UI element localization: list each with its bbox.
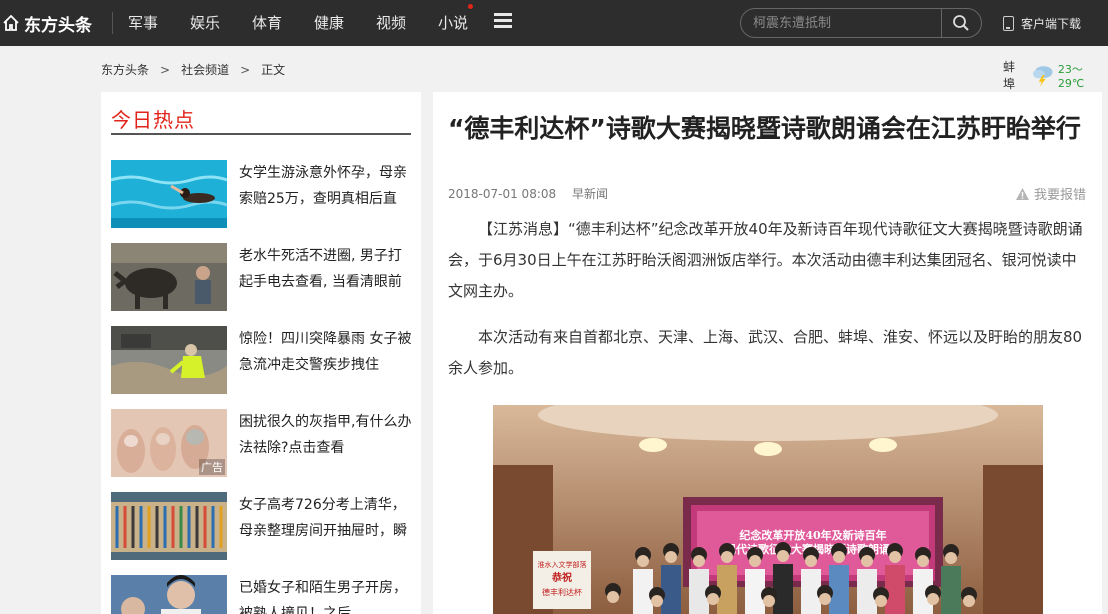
news-thumbnail[interactable] — [111, 160, 227, 228]
article-date: 2018-07-01 08:08 — [448, 187, 557, 201]
breadcrumb-separator: > — [160, 62, 171, 77]
weather-temp: 23～29℃ — [1057, 62, 1085, 90]
hot-news-text[interactable]: 老水牛死活不进圈, 男子打起手电去查看, 当看清眼前 — [239, 243, 415, 295]
home-icon — [3, 14, 19, 31]
ad-label: 广告 — [199, 459, 225, 475]
nav-item-health[interactable]: 健康 — [314, 0, 344, 46]
article-title: “德丰利达杯”诗歌大赛揭晓暨诗歌朗诵会在江苏盱眙举行 — [448, 114, 1081, 143]
thunderstorm-icon — [1033, 66, 1053, 87]
hot-news-item[interactable]: 老水牛死活不进圈, 男子打起手电去查看, 当看清眼前 — [111, 243, 416, 311]
article-photo[interactable]: 纪念改革开放40年及新诗百年 现代诗歌征文大赛揭晓暨诗歌朗诵会 淮水入文学部落 … — [493, 405, 1043, 614]
article-paragraph: 【江苏消息】“德丰利达杯”纪念改革开放40年及新诗百年现代诗歌征文大赛揭晓暨诗歌… — [448, 220, 1083, 300]
breadcrumb-home[interactable]: 东方头条 — [101, 61, 149, 78]
sign-line-1: 淮水入文学部落 — [538, 560, 587, 569]
news-thumbnail[interactable] — [111, 492, 227, 560]
breadcrumb-separator: > — [240, 62, 251, 77]
hot-news-title: 今日热点 — [111, 108, 195, 132]
new-indicator-dot — [468, 4, 473, 9]
search-button[interactable] — [947, 13, 975, 33]
hot-news-text[interactable]: 已婚女子和陌生男子开房，被熟人撞见！之后 — [239, 575, 415, 614]
site-logo[interactable]: 东方头条 — [0, 0, 110, 46]
nav-item-military[interactable]: 军事 — [128, 0, 158, 46]
weather-city: 蚌埠 — [1003, 60, 1016, 91]
search-box — [740, 8, 982, 38]
search-icon — [953, 15, 969, 31]
sign-line-2: 恭祝 — [551, 571, 572, 584]
article-source[interactable]: 早新闻 — [572, 187, 608, 201]
client-download-link[interactable]: 客户端下载 — [1003, 0, 1081, 46]
search-input[interactable] — [753, 9, 938, 37]
logo-text: 东方头条 — [24, 15, 92, 36]
news-thumbnail[interactable]: 广告 — [111, 409, 227, 477]
nav-item-entertainment[interactable]: 娱乐 — [190, 0, 220, 46]
nav-item-sports[interactable]: 体育 — [252, 0, 282, 46]
client-download-label: 客户端下载 — [1021, 16, 1082, 31]
hot-news-item[interactable]: 广告 困扰很久的灰指甲,有什么办法祛除?点击查看 — [111, 409, 416, 477]
nav-item-novel[interactable]: 小说 — [438, 0, 468, 46]
search-divider — [941, 9, 942, 37]
hot-news-item[interactable]: 女学生游泳意外怀孕，母亲索赔25万，查明真相后直 — [111, 160, 416, 228]
nav-item-video[interactable]: 视频 — [376, 0, 406, 46]
hot-news-item[interactable]: 女子高考726分考上清华，母亲整理房间开抽屉时，瞬 — [111, 492, 416, 560]
breadcrumb-current: 正文 — [261, 63, 286, 77]
warning-icon — [1015, 187, 1029, 200]
report-error-button[interactable]: 我要报错 — [1015, 184, 1086, 203]
report-error-label: 我要报错 — [1033, 188, 1086, 203]
breadcrumb-channel[interactable]: 社会频道 — [181, 61, 229, 78]
article-panel: “德丰利达杯”诗歌大赛揭晓暨诗歌朗诵会在江苏盱眙举行 2018-07-01 08… — [433, 92, 1102, 614]
banner-line-1: 纪念改革开放40年及新诗百年 — [739, 528, 886, 542]
sign-line-3: 德丰利达杯 — [542, 587, 582, 597]
hot-news-text[interactable]: 女子高考726分考上清华，母亲整理房间开抽屉时，瞬 — [239, 492, 415, 544]
hot-news-item[interactable]: 已婚女子和陌生男子开房，被熟人撞见！之后 — [111, 575, 416, 614]
phone-icon — [1003, 15, 1014, 31]
hot-news-underline — [111, 133, 411, 135]
weather-widget[interactable]: 蚌埠 23～29℃ — [1003, 58, 1108, 92]
article-paragraph: 本次活动有来自首都北京、天津、上海、武汉、合肥、蚌埠、淮安、怀远以及盱眙的朋友8… — [448, 328, 1083, 377]
top-nav-bar: 东方头条 军事 娱乐 体育 健康 视频 小说 客户端下载 — [0, 0, 1108, 46]
news-thumbnail[interactable] — [111, 326, 227, 394]
hot-news-item[interactable]: 惊险！四川突降暴雨 女子被急流冲走交警疾步拽住 — [111, 326, 416, 394]
menu-icon[interactable] — [494, 13, 512, 29]
hot-news-panel: 今日热点 女学生游泳意外怀孕，母亲索赔25万，查明真相后直 老水牛死活不进圈, … — [101, 92, 421, 614]
breadcrumb: 东方头条 > 社会频道 > 正文 — [101, 61, 285, 78]
hot-news-text[interactable]: 困扰很久的灰指甲,有什么办法祛除?点击查看 — [239, 409, 415, 461]
logo-divider — [112, 12, 113, 34]
article-meta: 2018-07-01 08:08 早新闻 — [448, 185, 620, 202]
news-thumbnail[interactable] — [111, 575, 227, 614]
hot-news-text[interactable]: 女学生游泳意外怀孕，母亲索赔25万，查明真相后直 — [239, 160, 415, 212]
hot-news-text[interactable]: 惊险！四川突降暴雨 女子被急流冲走交警疾步拽住 — [239, 326, 415, 378]
news-thumbnail[interactable] — [111, 243, 227, 311]
